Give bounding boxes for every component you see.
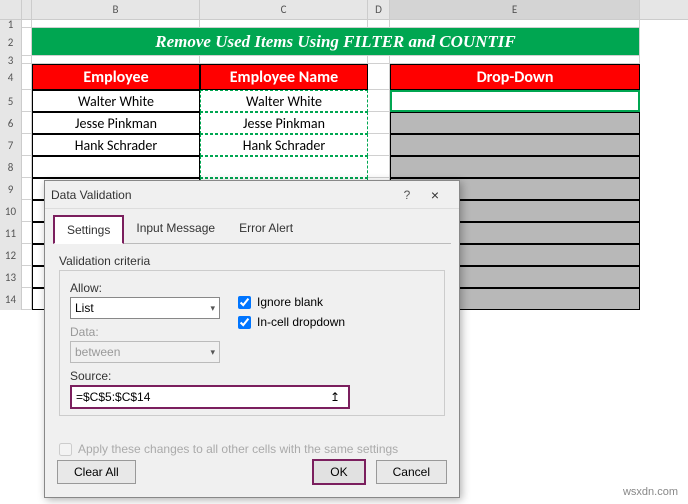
incell-dropdown-checkbox[interactable]: In-cell dropdown [238, 315, 434, 329]
row-header-9[interactable]: 9 [0, 178, 22, 200]
dialog-tabs: Settings Input Message Error Alert [53, 215, 451, 244]
tab-error-alert[interactable]: Error Alert [227, 215, 305, 243]
cell-e6[interactable] [390, 112, 640, 134]
cell-c5[interactable]: Walter White [200, 90, 368, 112]
title-band: Remove Used Items Using FILTER and COUNT… [32, 28, 640, 56]
header-employee[interactable]: Employee [32, 64, 200, 90]
cell-b5[interactable]: Walter White [32, 90, 200, 112]
allow-label: Allow: [70, 281, 220, 295]
row-header-3[interactable]: 3 [0, 56, 22, 64]
help-button[interactable]: ? [397, 188, 417, 202]
cell-e7[interactable] [390, 134, 640, 156]
source-input[interactable] [76, 390, 326, 404]
ok-button[interactable]: OK [312, 459, 365, 485]
dialog-titlebar: Data Validation ? × [45, 181, 459, 209]
row-header-14[interactable]: 14 [0, 288, 22, 310]
col-header-d[interactable]: D [368, 0, 390, 19]
cell-b7[interactable]: Hank Schrader [32, 134, 200, 156]
col-header-e[interactable]: E [390, 0, 640, 19]
source-input-wrap: ↥ [70, 385, 350, 409]
cell-b6[interactable]: Jesse Pinkman [32, 112, 200, 134]
cell-e5[interactable] [390, 90, 640, 112]
row-header-7[interactable]: 7 [0, 134, 22, 156]
source-label: Source: [70, 369, 434, 383]
apply-all-checkbox: Apply these changes to all other cells w… [59, 442, 445, 456]
column-headers: B C D E [0, 0, 688, 20]
validation-criteria-fieldset: Allow: List ▾ Data: between ▾ Ignore bla… [59, 270, 445, 416]
header-employee-name[interactable]: Employee Name [200, 64, 368, 90]
data-select: between ▾ [70, 341, 220, 363]
watermark: wsxdn.com [623, 486, 678, 498]
chevron-down-icon: ▾ [210, 347, 215, 358]
row-header-6[interactable]: 6 [0, 112, 22, 134]
header-dropdown[interactable]: Drop-Down [390, 64, 640, 90]
data-label: Data: [70, 325, 220, 339]
close-button[interactable]: × [417, 187, 453, 203]
row-header-13[interactable]: 13 [0, 266, 22, 288]
row-header-5[interactable]: 5 [0, 90, 22, 112]
row-header-11[interactable]: 11 [0, 222, 22, 244]
row-header-12[interactable]: 12 [0, 244, 22, 266]
cancel-button[interactable]: Cancel [376, 460, 447, 484]
allow-select[interactable]: List ▾ [70, 297, 220, 319]
data-validation-dialog: Data Validation ? × Settings Input Messa… [44, 180, 460, 498]
chevron-down-icon: ▾ [210, 303, 215, 314]
clear-all-button[interactable]: Clear All [57, 460, 136, 484]
range-picker-icon[interactable]: ↥ [326, 390, 344, 404]
row-header-10[interactable]: 10 [0, 200, 22, 222]
row-header-4[interactable]: 4 [0, 64, 22, 90]
row-header-1[interactable]: 1 [0, 20, 22, 28]
tab-input-message[interactable]: Input Message [124, 215, 227, 243]
cell-c6[interactable]: Jesse Pinkman [200, 112, 368, 134]
row-header-2[interactable]: 2 [0, 28, 22, 56]
tab-settings[interactable]: Settings [53, 215, 124, 244]
row-header-8[interactable]: 8 [0, 156, 22, 178]
dialog-title: Data Validation [51, 188, 397, 202]
cell-c7[interactable]: Hank Schrader [200, 134, 368, 156]
ignore-blank-checkbox[interactable]: Ignore blank [238, 295, 434, 309]
col-header-c[interactable]: C [200, 0, 368, 19]
validation-criteria-label: Validation criteria [59, 254, 445, 268]
col-header-b[interactable]: B [32, 0, 200, 19]
